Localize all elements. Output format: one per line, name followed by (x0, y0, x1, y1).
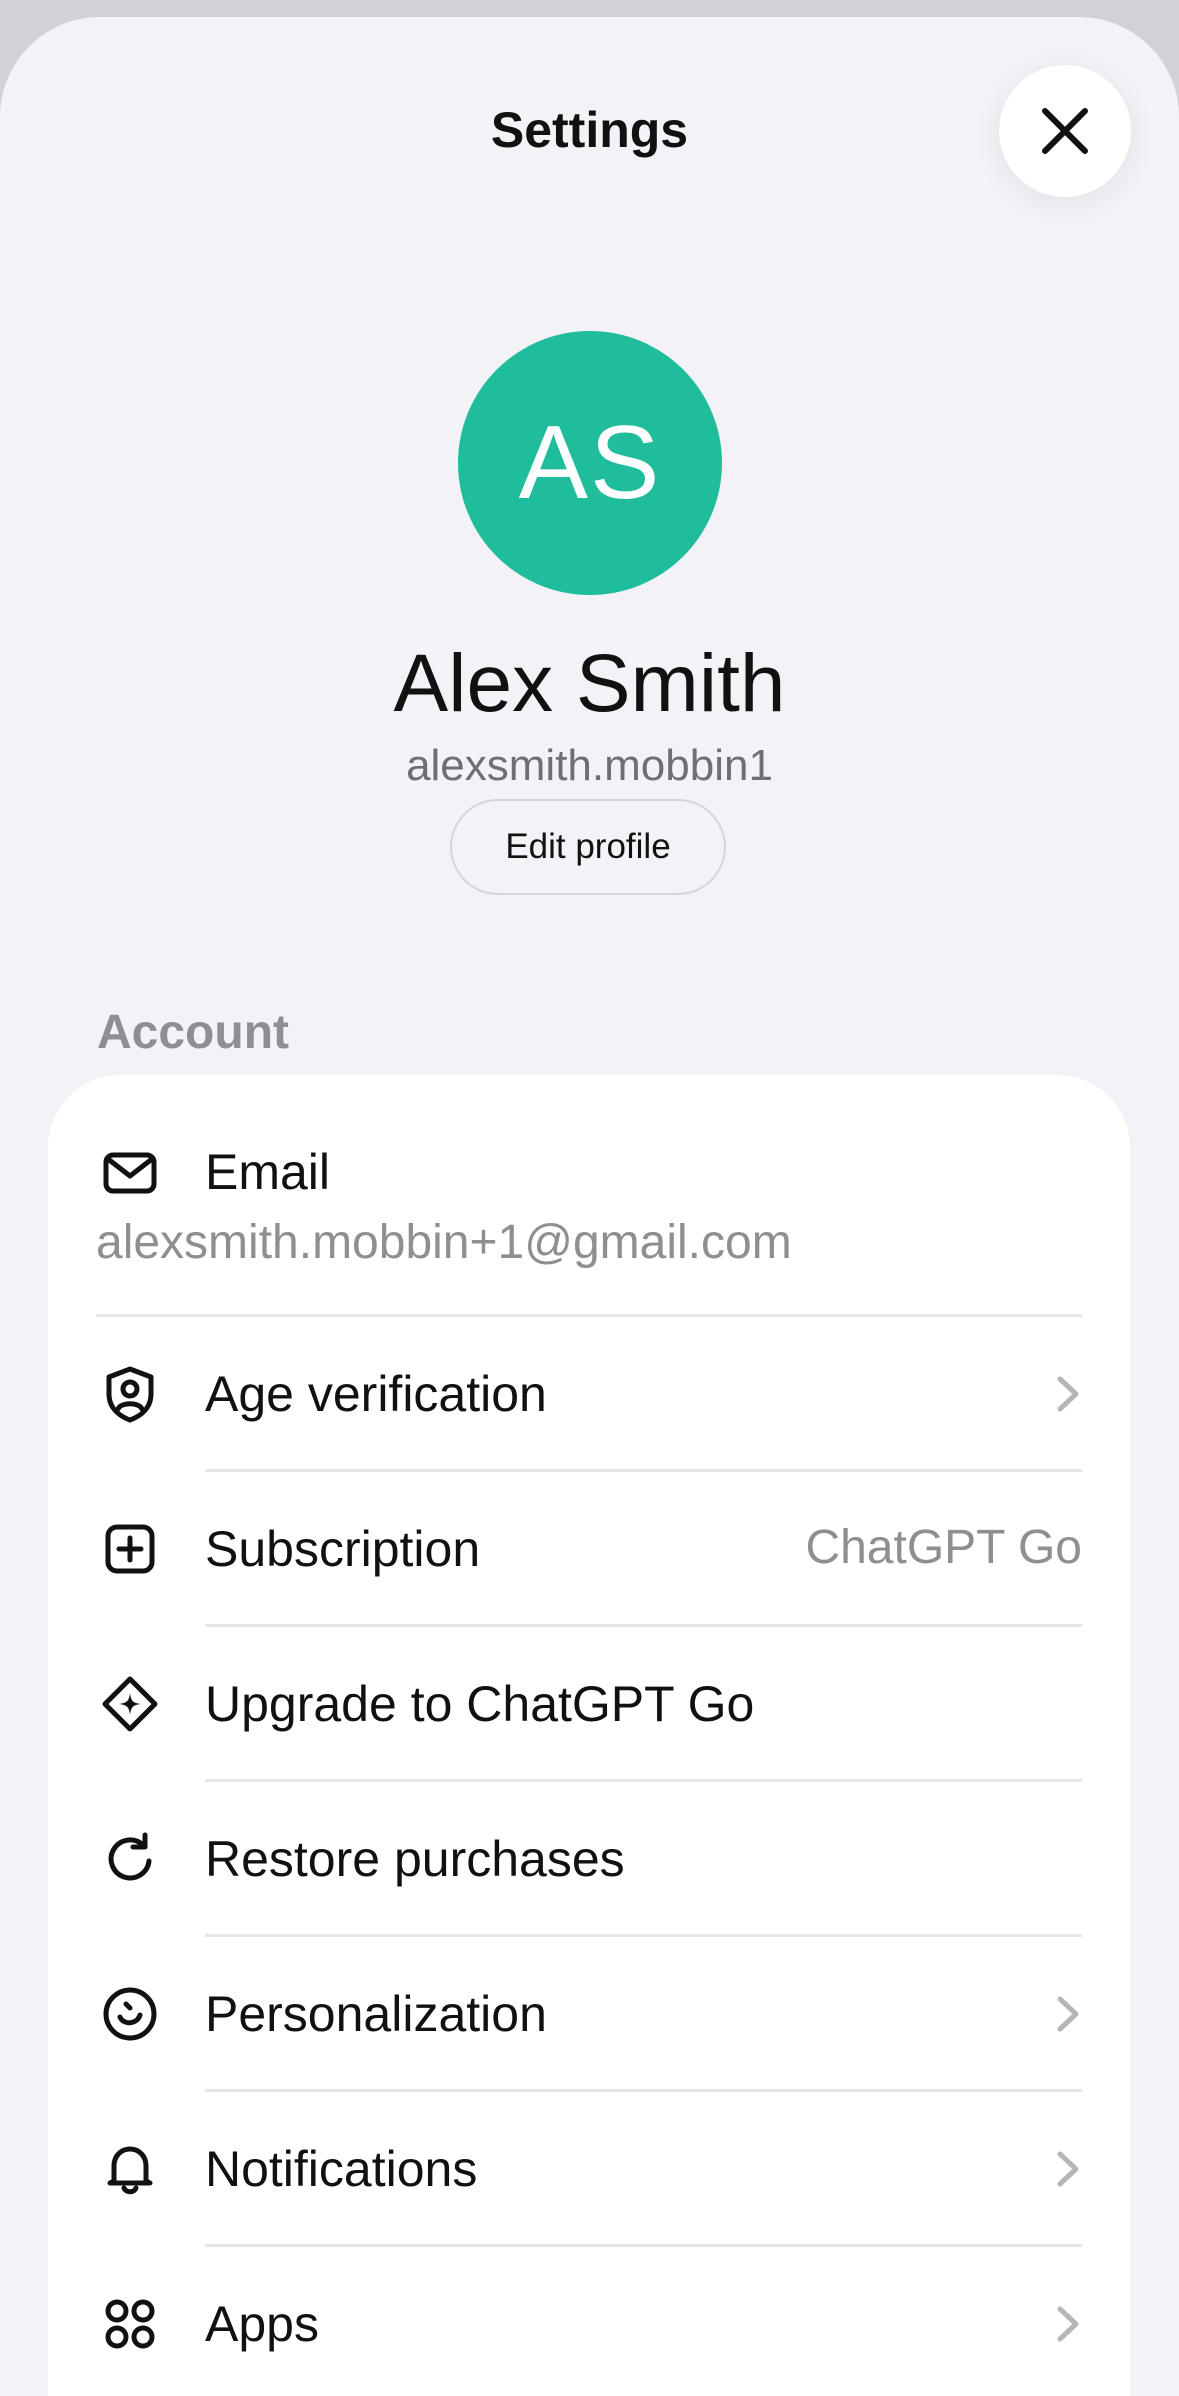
row-label: Age verification (205, 1366, 547, 1422)
email-value: alexsmith.mobbin+1@gmail.com (96, 1216, 792, 1269)
chevron-right-icon (1048, 2148, 1088, 2190)
close-button[interactable] (999, 65, 1131, 197)
mail-icon (100, 1143, 160, 1203)
chevron-right-icon (1048, 2303, 1088, 2345)
email-row[interactable]: Email alexsmith.mobbin+1@gmail.com (48, 1075, 1130, 1315)
settings-row-restore-purchases[interactable]: Restore purchases (48, 1782, 1130, 1937)
row-label: Personalization (205, 1986, 547, 2042)
account-section-title: Account (97, 1006, 289, 1059)
close-icon (1037, 103, 1093, 159)
smile-icon (100, 1984, 160, 2044)
settings-sheet: Settings AS Alex Smith alexsmith.mobbin1… (0, 17, 1179, 2396)
profile-username: alexsmith.mobbin1 (406, 741, 773, 790)
avatar-initials: AS (518, 404, 662, 521)
settings-row-upgrade[interactable]: Upgrade to ChatGPT Go (48, 1627, 1130, 1782)
row-label: Upgrade to ChatGPT Go (205, 1676, 755, 1732)
row-label: Restore purchases (205, 1831, 625, 1887)
account-card: Email alexsmith.mobbin+1@gmail.com Age v… (48, 1075, 1130, 2396)
user-shield-icon (100, 1364, 160, 1424)
row-label: Subscription (205, 1521, 481, 1577)
edit-profile-label: Edit profile (505, 827, 671, 866)
subscription-value: ChatGPT Go (805, 1521, 1082, 1574)
plus-square-icon (100, 1519, 160, 1579)
row-label: Notifications (205, 2141, 478, 2197)
settings-row-notifications[interactable]: Notifications (48, 2092, 1130, 2247)
edit-profile-button[interactable]: Edit profile (450, 799, 726, 895)
apps-grid-icon (100, 2294, 160, 2354)
bell-icon (100, 2139, 160, 2199)
chevron-right-icon (1048, 1373, 1088, 1415)
settings-row-age-verification[interactable]: Age verification (48, 1317, 1130, 1472)
avatar[interactable]: AS (458, 331, 722, 595)
diamond-sparkle-icon (100, 1674, 160, 1734)
settings-row-apps[interactable]: Apps (48, 2247, 1130, 2396)
settings-row-subscription[interactable]: Subscription ChatGPT Go (48, 1472, 1130, 1627)
row-label: Apps (205, 2296, 319, 2352)
chevron-right-icon (1048, 1993, 1088, 2035)
email-label: Email (205, 1144, 331, 1200)
settings-row-personalization[interactable]: Personalization (48, 1937, 1130, 2092)
refresh-icon (100, 1829, 160, 1889)
profile-name: Alex Smith (393, 638, 786, 729)
